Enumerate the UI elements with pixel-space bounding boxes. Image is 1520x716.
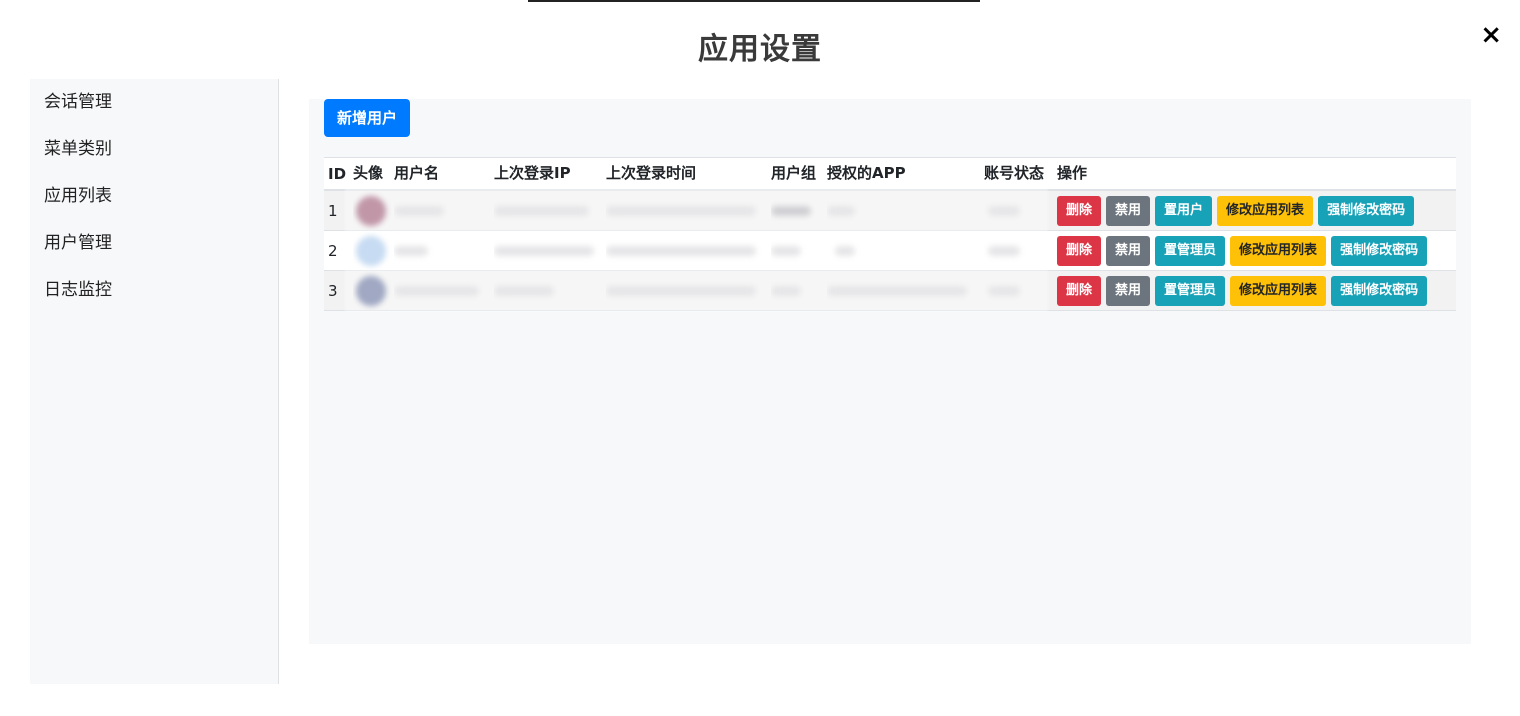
redacted-group (771, 205, 811, 216)
sidebar-item-menu-categories[interactable]: 菜单类别 (30, 126, 278, 173)
users-table: ID 头像 用户名 上次登录IP 上次登录时间 用户组 授权的APP 账号状态 … (324, 157, 1456, 312)
row-id: 1 (328, 201, 338, 220)
disable-button[interactable]: 禁用 (1106, 195, 1151, 226)
redacted-ip (494, 245, 594, 256)
redacted-group (771, 245, 801, 256)
redacted-time (606, 205, 756, 216)
edit-app-list-button[interactable]: 修改应用列表 (1230, 235, 1327, 266)
avatar (356, 275, 386, 306)
delete-button[interactable]: 删除 (1057, 195, 1102, 226)
redacted-status (988, 205, 1020, 216)
sidebar-item-user-management[interactable]: 用户管理 (30, 220, 278, 267)
redacted-ip (494, 205, 589, 216)
close-icon[interactable]: × (1480, 22, 1502, 48)
avatar (356, 195, 386, 226)
redacted-status (988, 285, 1020, 296)
edit-app-list-button[interactable]: 修改应用列表 (1230, 275, 1327, 306)
row-actions: 删除 禁用 置用户 修改应用列表 强制修改密码 (1057, 191, 1456, 230)
set-role-button[interactable]: 置管理员 (1155, 235, 1226, 266)
table-header-row: ID 头像 用户名 上次登录IP 上次登录时间 用户组 授权的APP 账号状态 … (324, 158, 1456, 191)
row-actions: 删除 禁用 置管理员 修改应用列表 强制修改密码 (1057, 231, 1456, 270)
app-settings-modal: 应用设置 × 会话管理 菜单类别 应用列表 用户管理 日志监控 新增用户 ID … (0, 0, 1520, 716)
top-edge-bar (528, 0, 980, 2)
redacted-time (606, 285, 756, 296)
modal-title: 应用设置 (698, 32, 822, 67)
row-id: 3 (328, 281, 338, 300)
header-ops: 操作 (1057, 164, 1088, 182)
user-management-panel: 新增用户 ID 头像 用户名 上次登录IP 上次登录时间 用户组 授权的APP … (309, 99, 1471, 644)
redacted-apps (835, 245, 855, 256)
redacted-group (771, 285, 801, 296)
header-status: 账号状态 (984, 164, 1045, 182)
redacted-username (394, 245, 428, 256)
row-id: 2 (328, 241, 338, 260)
header-username: 用户名 (394, 164, 440, 182)
force-password-change-button[interactable]: 强制修改密码 (1331, 275, 1428, 306)
sidebar-item-app-list[interactable]: 应用列表 (30, 173, 278, 220)
avatar (356, 235, 386, 266)
row-actions: 删除 禁用 置管理员 修改应用列表 强制修改密码 (1057, 271, 1456, 310)
force-password-change-button[interactable]: 强制修改密码 (1331, 235, 1428, 266)
header-last-ip: 上次登录IP (494, 164, 571, 182)
disable-button[interactable]: 禁用 (1106, 275, 1151, 306)
header-avatar: 头像 (353, 164, 384, 182)
header-group: 用户组 (771, 164, 817, 182)
redacted-status (988, 245, 1020, 256)
redacted-username (394, 205, 444, 216)
sidebar-item-sessions[interactable]: 会话管理 (30, 79, 278, 126)
table-row: 1 删除 禁用 置用户 修改应用列表 强制修改密码 (324, 191, 1456, 231)
table-row: 2 删除 禁用 置管理员 修改应用列表 强制修改密码 (324, 231, 1456, 271)
force-password-change-button[interactable]: 强制修改密码 (1318, 195, 1415, 226)
set-role-button[interactable]: 置管理员 (1155, 275, 1226, 306)
redacted-apps (827, 285, 967, 296)
redacted-time (606, 245, 756, 256)
delete-button[interactable]: 删除 (1057, 275, 1102, 306)
header-last-time: 上次登录时间 (606, 164, 697, 182)
add-user-button[interactable]: 新增用户 (324, 99, 411, 137)
table-row: 3 删除 禁用 置管理员 修改应用列表 强制修改密码 (324, 271, 1456, 311)
sidebar: 会话管理 菜单类别 应用列表 用户管理 日志监控 (30, 79, 279, 684)
delete-button[interactable]: 删除 (1057, 235, 1102, 266)
redacted-ip (494, 285, 554, 296)
redacted-username (394, 285, 479, 296)
header-id: ID (328, 165, 347, 183)
set-role-button[interactable]: 置用户 (1155, 195, 1213, 226)
edit-app-list-button[interactable]: 修改应用列表 (1217, 195, 1314, 226)
disable-button[interactable]: 禁用 (1106, 235, 1151, 266)
sidebar-item-log-monitor[interactable]: 日志监控 (30, 267, 278, 314)
header-apps: 授权的APP (827, 164, 906, 182)
redacted-apps (827, 205, 855, 216)
